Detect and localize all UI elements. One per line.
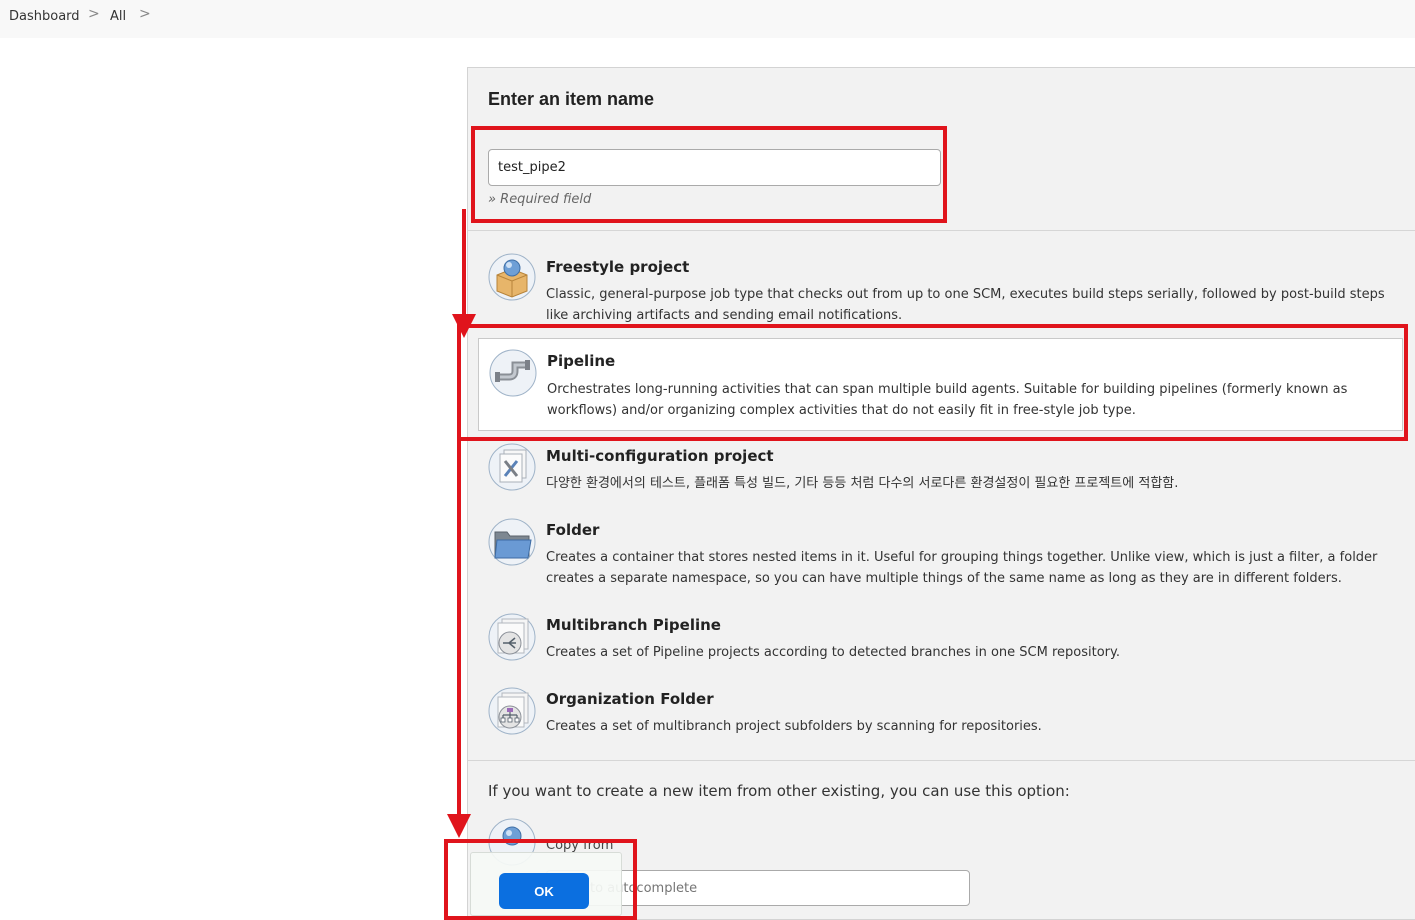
annotation-arrowhead xyxy=(447,814,471,838)
item-type-multibranch-pipeline[interactable]: Multibranch Pipeline Creates a set of Pi… xyxy=(478,603,1403,673)
item-type-title: Organization Folder xyxy=(546,690,714,708)
freestyle-project-icon xyxy=(488,253,536,301)
annotation-box-ok-button xyxy=(444,839,637,920)
annotation-box-item-name xyxy=(471,126,947,223)
breadcrumb-all[interactable]: All xyxy=(110,9,126,24)
page-title: Enter an item name xyxy=(488,89,655,109)
annotation-arrow-line xyxy=(457,437,461,815)
organization-folder-icon xyxy=(488,687,536,735)
annotation-arrowhead xyxy=(452,314,476,338)
item-type-description: Creates a set of multibranch project sub… xyxy=(546,719,1042,734)
folder-icon xyxy=(488,518,536,566)
item-type-description: 다양한 환경에서의 테스트, 플래폼 특성 빌드, 기타 등등 처럼 다수의 서… xyxy=(546,476,1179,491)
breadcrumb-dashboard[interactable]: Dashboard xyxy=(9,9,80,24)
chevron-right-icon[interactable]: > xyxy=(139,6,151,22)
item-type-title: Multibranch Pipeline xyxy=(546,616,721,634)
breadcrumb: Dashboard > All > xyxy=(0,0,1415,38)
multi-configuration-icon xyxy=(488,443,536,491)
item-type-folder[interactable]: Folder Creates a container that stores n… xyxy=(478,508,1403,600)
divider xyxy=(468,760,1415,761)
item-type-description: Creates a container that stores nested i… xyxy=(546,550,1378,586)
item-type-title: Freestyle project xyxy=(546,258,690,276)
item-type-title: Multi-configuration project xyxy=(546,447,774,465)
item-type-organization-folder[interactable]: Organization Folder Creates a set of mul… xyxy=(478,677,1403,747)
annotation-box-pipeline xyxy=(457,324,1408,441)
chevron-right-icon: > xyxy=(88,6,100,22)
item-type-title: Folder xyxy=(546,521,600,539)
divider xyxy=(468,230,1415,231)
item-type-freestyle[interactable]: Freestyle project Classic, general-purpo… xyxy=(478,244,1403,326)
item-type-description: Creates a set of Pipeline projects accor… xyxy=(546,645,1120,660)
multibranch-pipeline-icon xyxy=(488,613,536,661)
copy-from-heading: If you want to create a new item from ot… xyxy=(488,782,1070,800)
annotation-arrow-line xyxy=(462,209,466,317)
item-type-description: Classic, general-purpose job type that c… xyxy=(546,287,1385,323)
item-type-multi-configuration[interactable]: Multi-configuration project 다양한 환경에서의 테스… xyxy=(478,434,1403,504)
